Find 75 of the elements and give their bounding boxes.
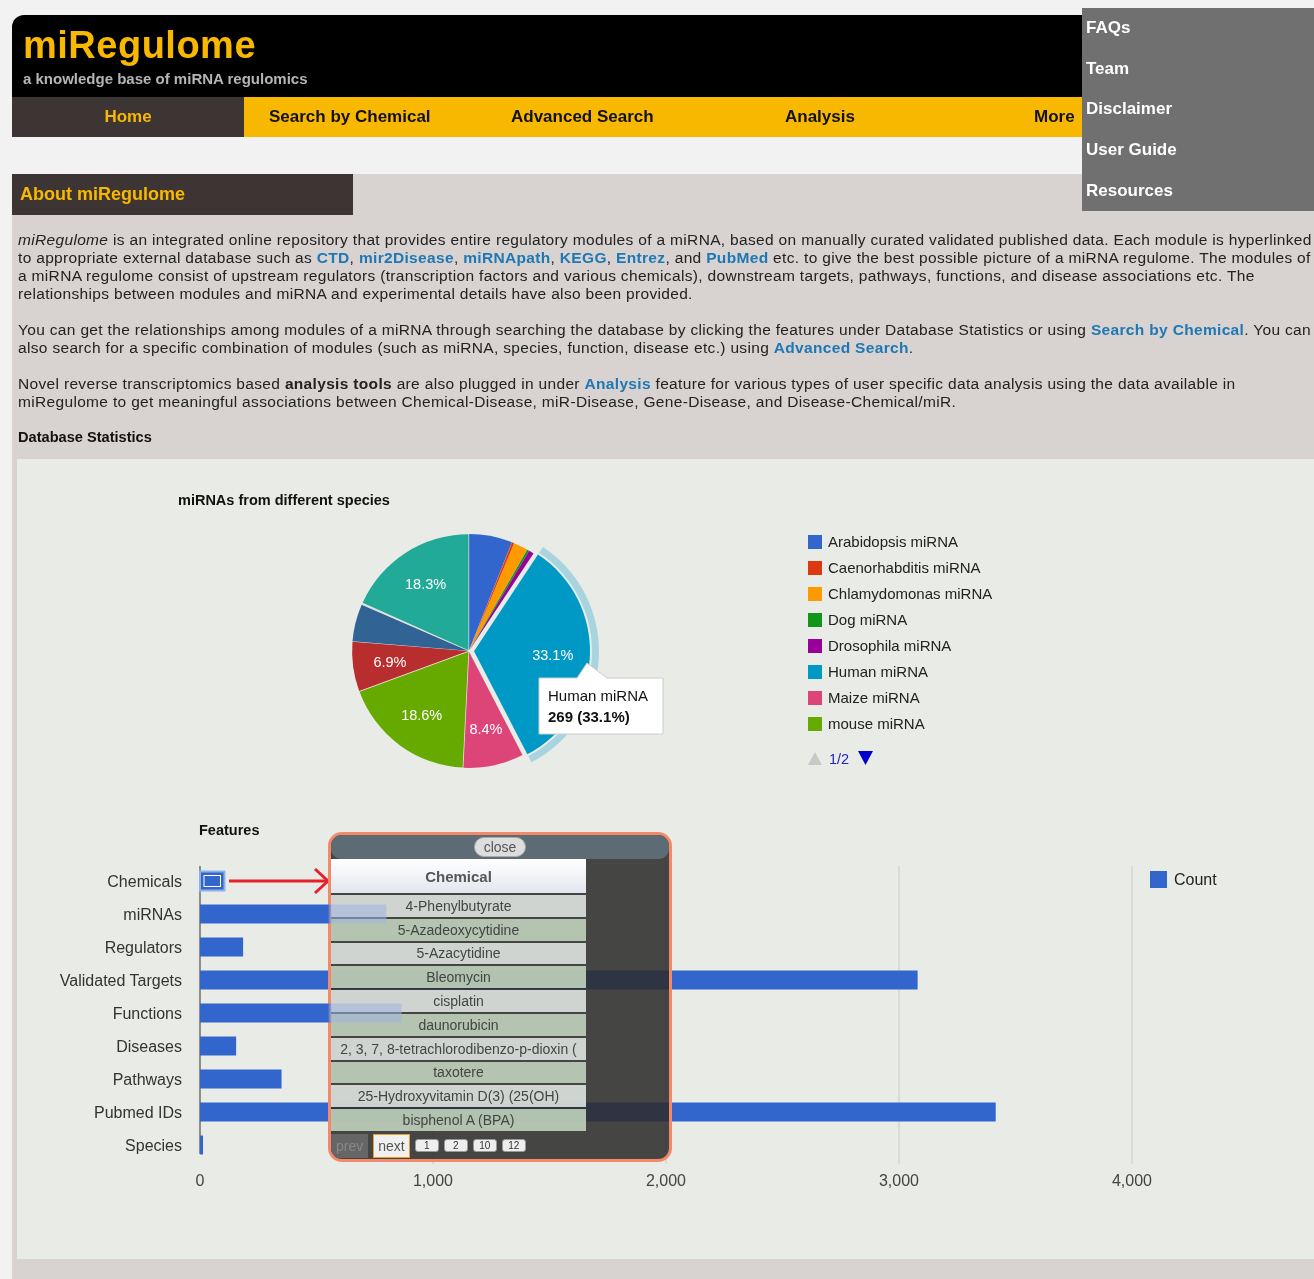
menu-item[interactable]: Disclaimer (1082, 89, 1314, 130)
slice-label: 18.6% (401, 707, 443, 724)
axis-label[interactable]: Pubmed IDs (93, 1104, 182, 1121)
slice-label: 8.4% (469, 720, 503, 737)
legend-page-indicator: 1/2 (829, 751, 850, 767)
section-heading: Database Statistics (18, 429, 152, 445)
table-row[interactable]: 5-Azacytidine (331, 942, 586, 965)
tagline: a knowledge base of miRNA regulomics (23, 70, 308, 87)
paragraph: You can get the relationships among modules of a miRNA through searching the database by clicking the features under Database Statistics or using Search by Chemical. You can also search for a specific combination of modules (such as miRNA, species, function, disease etc.) using Advanced Search. (18, 321, 1312, 357)
page-button[interactable]: 2 (443, 1139, 468, 1153)
tick-label: 4,000 (1112, 1172, 1152, 1189)
menu-item[interactable]: Team (1082, 48, 1314, 90)
legend-label[interactable]: Chlamydomonas miRNA (828, 585, 993, 602)
pager-button[interactable]: next (373, 1133, 410, 1158)
legend-label: Count (1174, 871, 1217, 888)
pie-slice[interactable] (352, 641, 469, 692)
table-row[interactable]: cisplatin (331, 990, 586, 1012)
axis-label[interactable]: Regulators (104, 939, 182, 956)
nav-tab[interactable]: Advanced Search (486, 97, 760, 137)
site-logo[interactable]: miRegulome (23, 23, 257, 67)
page-button[interactable]: 1 (414, 1139, 439, 1153)
tick-label: 0 (195, 1172, 205, 1189)
pie-slice[interactable] (463, 651, 523, 768)
axis-label[interactable]: Diseases (116, 1038, 182, 1055)
pie-slice[interactable] (362, 534, 469, 651)
bar[interactable] (200, 1135, 204, 1155)
axis-label[interactable]: miRNAs (123, 906, 182, 923)
menu-item[interactable]: FAQs (1082, 8, 1314, 49)
nav-tab[interactable]: Search by Chemical (244, 97, 486, 137)
menu-item[interactable]: Resources (1082, 170, 1314, 211)
chart-title: Features (199, 822, 260, 838)
page-button[interactable]: 10 (472, 1139, 497, 1153)
tooltip-title: Human miRNA (548, 687, 649, 704)
pie-slice[interactable] (359, 651, 469, 768)
paragraph: miRegulome is an integrated online repository that provides entire regulatory modules of a miRNA, based on manually curated validated published data. Each module is hyperlinked to appropriate external database such as CTD, mir2Disease, miRNApath, KEGG, Entrez, and PubMed etc. to give the best possible picture of a miRNA regulome. The modules of a miRNA regulome consist of upstream regulators (transcription factors and various chemicals), downstream targets, pathways, functions, and disease associations etc. The relationships between modules and miRNA and experimental details have also been provided. (18, 231, 1313, 303)
legend-label[interactable]: Maize miRNA (828, 689, 920, 706)
paragraph: Novel reverse transcriptomics based analysis tools are also plugged in under Analysis feature for various types of user specific data analysis using the data available in miRegulome to get meaningful associations between Chemical-Disease, miR-Disease, Gene-Disease, and Disease-Chemical/miR. (18, 375, 1237, 411)
table-row[interactable]: 5-Azadeoxycytidine (331, 918, 586, 941)
table-row[interactable]: 25-Hydroxyvitamin D(3) (25(OH) (331, 1085, 586, 1108)
bar[interactable] (200, 904, 387, 924)
legend-label[interactable]: mouse miRNA (828, 715, 925, 732)
menu-item[interactable]: User Guide (1082, 129, 1314, 171)
legend-label[interactable]: Human miRNA (828, 663, 929, 680)
next-page-icon[interactable] (858, 751, 873, 765)
tooltip-value: 269 (33.1%) (548, 708, 630, 725)
close-button[interactable]: close (473, 837, 527, 857)
legend-swatch (1150, 871, 1167, 888)
axis-label[interactable]: Functions (112, 1005, 182, 1022)
legend-label[interactable]: Dog miRNA (828, 611, 908, 628)
axis-label[interactable]: Validated Targets (59, 972, 182, 989)
bar[interactable] (200, 1003, 402, 1023)
table-row[interactable]: taxotere (331, 1061, 586, 1084)
axis-label[interactable]: Chemicals (107, 873, 182, 890)
chart-title: miRNAs from different species (178, 492, 390, 508)
nav-tab[interactable]: Analysis (760, 97, 1009, 137)
bar[interactable] (200, 937, 244, 957)
tick-label: 1,000 (413, 1172, 453, 1189)
table-row[interactable]: 2, 3, 7, 8-tetrachlorodibenzo-p-dioxin ( (331, 1037, 586, 1060)
legend-label[interactable]: Caenorhabditis miRNA (828, 559, 981, 576)
tick-label: 2,000 (646, 1172, 686, 1189)
table-row[interactable]: bisphenol A (BPA) (331, 1109, 586, 1131)
tick-label: 3,000 (879, 1172, 919, 1189)
nav-tab[interactable]: Home (12, 97, 244, 137)
slice-label: 6.9% (373, 653, 407, 670)
bar[interactable] (200, 1036, 237, 1056)
axis-label[interactable]: Species (125, 1137, 182, 1154)
page-button[interactable]: 12 (501, 1139, 526, 1153)
section-title: About miRegulome (12, 174, 353, 215)
slice-label: 33.1% (532, 647, 574, 664)
column-header: Chemical (331, 859, 586, 893)
table-row[interactable]: Bleomycin (331, 966, 586, 989)
axis-label[interactable]: Pathways (112, 1071, 182, 1088)
slice-label: 18.3% (405, 576, 447, 593)
legend-label[interactable]: Arabidopsis miRNA (828, 533, 959, 550)
legend-label[interactable]: Drosophila miRNA (828, 637, 952, 654)
